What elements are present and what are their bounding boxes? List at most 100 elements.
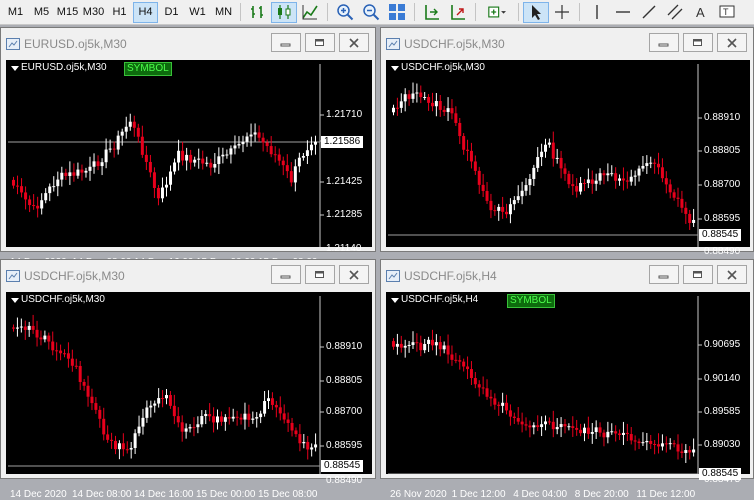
- candlestick-chart-icon[interactable]: [271, 1, 297, 23]
- maximize-button[interactable]: [305, 33, 335, 52]
- price-axis-label: 0.88595: [326, 440, 363, 451]
- plot-frame: [697, 296, 699, 474]
- candle-body: [274, 404, 278, 408]
- window-titlebar[interactable]: USDCHF.oj5k,M30: [1, 260, 375, 292]
- close-button[interactable]: [339, 33, 369, 52]
- timeframe-m15-button[interactable]: M15: [55, 2, 80, 23]
- candle-body: [70, 358, 74, 366]
- candle-body: [51, 341, 55, 351]
- candle-body: [434, 101, 438, 107]
- candle-body: [594, 180, 598, 184]
- maximize-button[interactable]: [305, 265, 335, 284]
- window-titlebar[interactable]: EURUSD.oj5k,M30: [1, 28, 375, 60]
- timeframe-m30-button[interactable]: M30: [81, 2, 106, 23]
- candle-body: [621, 432, 625, 435]
- price-chart[interactable]: USDCHF.oj5k,H4 SYMBOL 0.90695 0.90140 0.8958…: [386, 292, 750, 500]
- candle-body: [23, 326, 27, 330]
- candle-body: [223, 417, 227, 422]
- current-price-tag: 0.88545: [699, 229, 742, 241]
- candle-body: [82, 381, 86, 386]
- autoscroll-icon[interactable]: [445, 2, 471, 23]
- candle-body: [310, 447, 314, 450]
- candle-body: [493, 398, 497, 405]
- zoom-in-icon[interactable]: [332, 2, 358, 23]
- candle-body: [282, 413, 286, 420]
- candle-body: [52, 186, 56, 188]
- equidistant-channel-icon[interactable]: [662, 2, 688, 23]
- candle-body: [497, 206, 501, 211]
- plot-frame: [319, 296, 321, 474]
- chart-window[interactable]: USDCHF.oj5k,M30 USDCHF.oj5k,M30 0.88910 0.…: [380, 27, 754, 273]
- maximize-button[interactable]: [683, 33, 713, 52]
- price-chart[interactable]: USDCHF.oj5k,M30 0.88910 0.88805 0.88700 0.88…: [6, 292, 372, 500]
- candle-body: [602, 173, 606, 176]
- candle-body: [201, 158, 205, 164]
- candle-body: [434, 342, 438, 346]
- line-chart-icon[interactable]: [297, 2, 323, 23]
- symbol-dropdown-icon[interactable]: [11, 298, 19, 303]
- price-chart[interactable]: USDCHF.oj5k,M30 0.88910 0.88805 0.88700 0.88…: [386, 60, 750, 273]
- candle-body: [56, 179, 60, 187]
- text-tool-icon[interactable]: A: [688, 2, 714, 23]
- chart-window[interactable]: USDCHF.oj5k,M30 USDCHF.oj5k,M30 0.88910 0.…: [0, 259, 376, 500]
- timeframe-mn-button[interactable]: MN: [211, 2, 236, 23]
- candle-body: [169, 171, 173, 185]
- chart-window[interactable]: EURUSD.oj5k,M30 EURUSD.oj5k,M30 SYMBOL 1.2…: [0, 27, 376, 268]
- timeframe-d1-button[interactable]: D1: [159, 2, 184, 23]
- maximize-button[interactable]: [683, 265, 713, 284]
- minimize-button[interactable]: [649, 265, 679, 284]
- candle-body: [668, 443, 672, 445]
- timeframe-m1-button[interactable]: M1: [3, 2, 28, 23]
- close-button[interactable]: [339, 265, 369, 284]
- candle-body: [450, 354, 454, 360]
- window-titlebar[interactable]: USDCHF.oj5k,H4: [381, 260, 753, 292]
- candle-body: [481, 387, 485, 389]
- crosshair-icon[interactable]: [549, 2, 575, 23]
- timeframe-h1-button[interactable]: H1: [107, 2, 132, 23]
- candle-body: [688, 450, 692, 453]
- candle-body: [462, 136, 466, 150]
- candle-body: [594, 427, 598, 433]
- trendline-icon[interactable]: [636, 2, 662, 23]
- symbol-dropdown-icon[interactable]: [391, 66, 399, 71]
- candle-body: [551, 142, 555, 159]
- symbol-dropdown-icon[interactable]: [11, 66, 19, 71]
- minimize-button[interactable]: [649, 33, 679, 52]
- timeframe-h4-button[interactable]: H4: [133, 1, 158, 23]
- minimize-button[interactable]: [271, 33, 301, 52]
- candle-body: [177, 150, 181, 163]
- cursor-icon[interactable]: [523, 1, 549, 23]
- candle-body: [188, 427, 192, 429]
- price-axis-label: 0.88700: [704, 179, 741, 190]
- chart-shift-icon[interactable]: [419, 2, 445, 23]
- tile-windows-icon[interactable]: [384, 2, 410, 23]
- candle-body: [132, 121, 136, 128]
- candle-body: [407, 344, 411, 346]
- minimize-button[interactable]: [271, 265, 301, 284]
- candle-body: [12, 179, 15, 186]
- candle-body: [544, 144, 547, 152]
- text-label-icon[interactable]: T: [714, 2, 740, 23]
- price-chart[interactable]: EURUSD.oj5k,M30SYMBOL1.217101.216051.214…: [6, 60, 372, 268]
- vertical-line-icon[interactable]: [584, 2, 610, 23]
- zoom-out-icon[interactable]: [358, 2, 384, 23]
- horizontal-line-icon[interactable]: [610, 2, 636, 23]
- timeframe-w1-button[interactable]: W1: [185, 2, 210, 23]
- chart-window[interactable]: USDCHF.oj5k,H4 USDCHF.oj5k,H4 SYMBOL 0.906…: [380, 259, 754, 500]
- time-axis-label: 4 Dec 04:00: [513, 489, 568, 500]
- candle-body: [243, 413, 247, 420]
- candle-body: [245, 136, 249, 142]
- symbol-dropdown-icon[interactable]: [391, 298, 399, 303]
- price-axis-label: 1.21425: [326, 176, 363, 187]
- candle-body: [524, 424, 528, 426]
- close-button[interactable]: [717, 265, 747, 284]
- bar-chart-icon[interactable]: [245, 2, 271, 23]
- candle-body: [692, 449, 696, 453]
- close-button[interactable]: [717, 33, 747, 52]
- window-titlebar[interactable]: USDCHF.oj5k,M30: [381, 28, 753, 60]
- indicators-icon[interactable]: [480, 2, 514, 23]
- timeframe-m5-button[interactable]: M5: [29, 2, 54, 23]
- candle-body: [571, 426, 575, 428]
- candle-body: [528, 178, 532, 186]
- candle-body: [524, 185, 528, 191]
